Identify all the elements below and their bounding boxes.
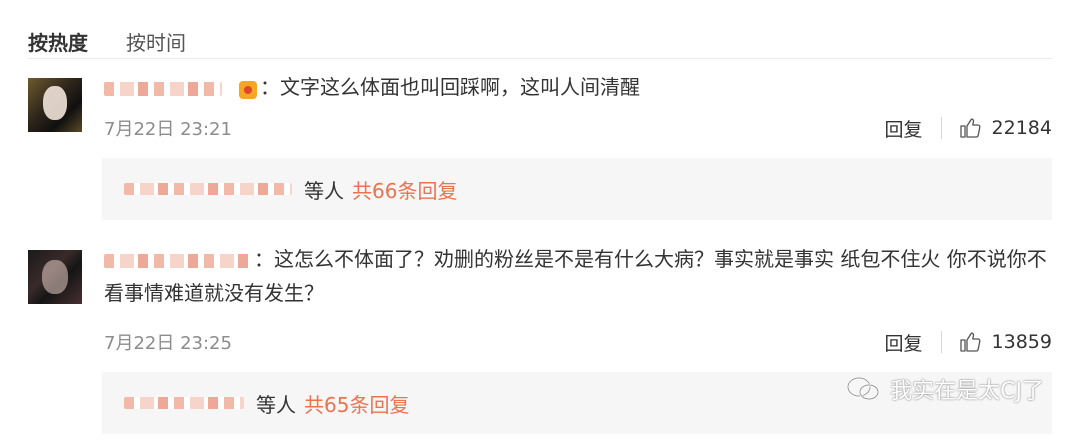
sort-bar: 按热度 按时间 (28, 26, 224, 56)
sort-by-time-tab[interactable]: 按时间 (126, 27, 186, 56)
reply-count-link[interactable]: 共65条回复 (304, 389, 409, 418)
username-blurred[interactable] (104, 253, 254, 268)
comment-time: 7月22日 23:21 (104, 119, 232, 140)
comment-actions: 回复 13859 (885, 329, 1052, 356)
comment-body: ：这怎么不体面了？劝删的粉丝是不是有什么大病？事实就是事实 纸包不住火 你不说你… (104, 242, 1052, 310)
thumbs-up-icon (959, 332, 981, 352)
divider (28, 58, 1052, 59)
like-button[interactable]: 13859 (958, 330, 1052, 354)
like-count: 13859 (991, 331, 1052, 353)
username-blurred[interactable] (104, 81, 222, 96)
avatar[interactable] (28, 250, 82, 304)
separator: ： (254, 247, 274, 271)
like-count: 22184 (991, 117, 1052, 139)
comment-meta: 7月22日 23:25 回复 13859 (104, 327, 1052, 357)
separator: ： (260, 75, 280, 99)
replier-names-blurred (124, 397, 244, 409)
replier-names-blurred (124, 183, 292, 195)
watermark-text: 我实在是太CJ了 (890, 379, 1044, 404)
comment-body: ：文字这么体面也叫回踩啊，这叫人间清醒 (104, 70, 1052, 104)
reply-summary[interactable]: 等人 共66条回复 (102, 158, 1052, 220)
comment-meta: 7月22日 23:21 回复 22184 (104, 113, 1052, 143)
thumbs-up-icon (959, 118, 981, 138)
reply-etc-label: 等人 (256, 392, 296, 417)
reply-button[interactable]: 回复 (885, 329, 923, 356)
comment-time: 7月22日 23:25 (104, 333, 232, 354)
sort-by-hot-tab[interactable]: 按热度 (28, 27, 88, 56)
avatar[interactable] (28, 78, 82, 132)
comment-actions: 回复 22184 (885, 115, 1052, 142)
reply-count-link[interactable]: 共66条回复 (352, 175, 457, 204)
wechat-icon (846, 376, 880, 401)
comment-text: 文字这么体面也叫回踩啊，这叫人间清醒 (280, 75, 640, 99)
reply-button[interactable]: 回复 (885, 115, 923, 142)
fan-badge-icon (236, 77, 260, 101)
action-divider (940, 117, 942, 139)
reply-etc-label: 等人 (304, 178, 344, 203)
watermark: 我实在是太CJ了 (846, 373, 1044, 405)
action-divider (940, 331, 942, 353)
like-button[interactable]: 22184 (958, 116, 1052, 140)
